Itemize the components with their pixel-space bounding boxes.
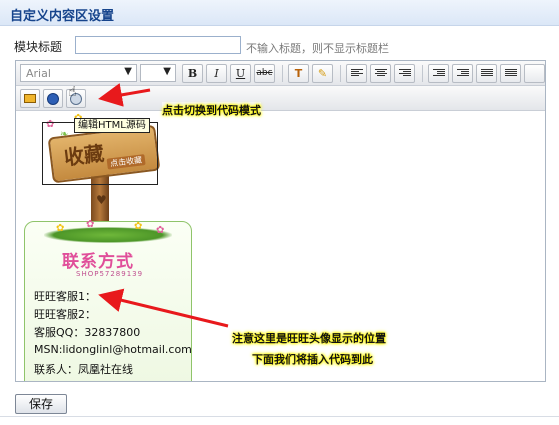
toolbar-divider xyxy=(282,65,283,82)
underline-button[interactable]: U xyxy=(230,64,251,83)
align-right-icon xyxy=(399,69,411,78)
align-left-button[interactable] xyxy=(346,64,367,83)
bottom-divider xyxy=(0,416,559,417)
highlight-button[interactable]: ✎ xyxy=(312,64,333,83)
indent-button[interactable] xyxy=(452,64,473,83)
annotation-note-line-1: 注意这里是旺旺头像显示的位置 xyxy=(232,330,386,346)
module-title-input[interactable] xyxy=(75,36,241,54)
toolbar-divider xyxy=(340,65,341,82)
flower-icon: ✿ xyxy=(86,219,95,230)
contact-line-qq: 客服QQ：32837800 xyxy=(34,326,141,339)
module-title-hint: 不输入标题，则不显示标题栏 xyxy=(246,42,389,55)
outdent-icon xyxy=(433,69,445,78)
contact-line-person: 联系人：凤凰社在线 xyxy=(34,363,133,376)
flower-icon: ✿ xyxy=(56,223,65,234)
outdent-button[interactable] xyxy=(428,64,449,83)
panel-header: 自定义内容区设置 xyxy=(0,0,559,26)
flower-icon: ✿ xyxy=(156,225,165,236)
align-right-button[interactable] xyxy=(394,64,415,83)
contact-line-wangwang-2: 旺旺客服2： xyxy=(34,308,96,321)
align-center-button[interactable] xyxy=(370,64,391,83)
annotation-note-line-2: 下面我们将插入代码到此 xyxy=(252,351,373,367)
annotation-switch-hint: 点击切换到代码模式 xyxy=(162,102,261,118)
editor-toolbar-main: Arial ▼ ▼ B I U abc T ✎ xyxy=(16,61,545,86)
chevron-down-icon: ▼ xyxy=(124,66,132,77)
module-title-label: 模块标题 xyxy=(14,40,63,54)
insert-media-button[interactable] xyxy=(20,89,40,108)
more-tools-button[interactable] xyxy=(524,64,545,83)
compass-icon xyxy=(47,93,59,105)
hand-cursor-icon: ☝ xyxy=(68,84,77,100)
contact-line-wangwang-1: 旺旺客服1： xyxy=(34,290,96,303)
strikethrough-button[interactable]: abc xyxy=(254,64,275,83)
font-family-select[interactable]: Arial ▼ xyxy=(20,64,137,82)
save-button[interactable]: 保存 xyxy=(15,394,67,414)
bullet-list-icon xyxy=(481,69,493,78)
shop-id: SHOP57289139 xyxy=(76,270,144,278)
text-color-button[interactable]: T xyxy=(288,64,309,83)
toolbar-divider xyxy=(422,65,423,82)
contact-title: 联系方式 xyxy=(62,252,134,272)
bold-button[interactable]: B xyxy=(182,64,203,83)
heart-icon: ♥ xyxy=(96,193,107,207)
editor-toolbar-secondary xyxy=(16,86,545,111)
flower-icon: ✿ xyxy=(134,221,143,232)
contact-line-msn: MSN:lidonglinl@hotmail.com xyxy=(34,343,192,356)
font-family-value: Arial xyxy=(26,67,51,80)
align-center-icon xyxy=(375,69,387,78)
pencil-icon: ✎ xyxy=(317,67,328,80)
panel-title: 自定义内容区设置 xyxy=(10,9,115,24)
ordered-list-button[interactable] xyxy=(500,64,521,83)
align-left-icon xyxy=(351,69,363,78)
chevron-down-icon: ▼ xyxy=(163,66,171,77)
text-color-icon: T xyxy=(294,67,303,80)
html-source-tooltip: 编辑HTML源码 xyxy=(74,118,150,133)
media-icon xyxy=(24,94,36,103)
unordered-list-button[interactable] xyxy=(476,64,497,83)
indent-icon xyxy=(457,69,469,78)
insert-link-button[interactable] xyxy=(43,89,63,108)
italic-button[interactable]: I xyxy=(206,64,227,83)
font-size-select[interactable]: ▼ xyxy=(140,64,176,82)
numbered-list-icon xyxy=(505,69,517,78)
